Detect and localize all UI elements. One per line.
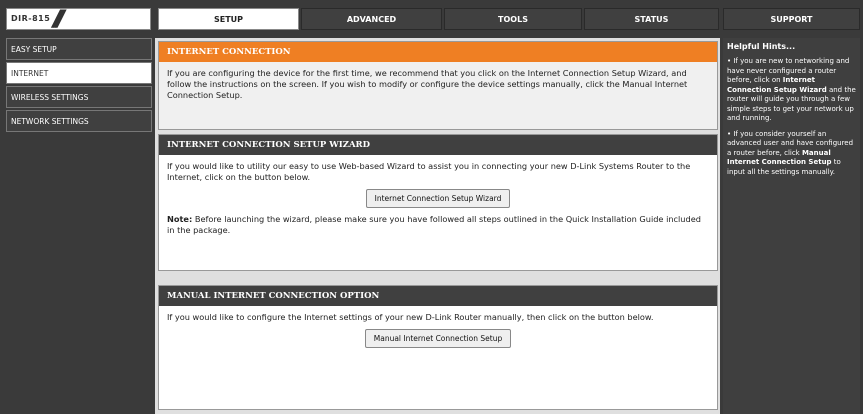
note-label: Note:: [167, 214, 193, 224]
intro-text: If you are configuring the device for th…: [167, 68, 688, 100]
tab-support[interactable]: SUPPORT: [723, 8, 860, 30]
note-text: Before launching the wizard, please make…: [167, 214, 701, 235]
sidebar-item-network-settings[interactable]: NETWORK SETTINGS: [6, 110, 152, 132]
hints-title: Helpful Hints...: [727, 42, 796, 51]
wizard-text: If you would like to utility our easy to…: [167, 161, 691, 182]
setup-wizard-button[interactable]: Internet Connection Setup Wizard: [365, 189, 511, 208]
hint-text: • If you consider yourself an advanced u…: [727, 129, 854, 157]
manual-text: If you would like to configure the Inter…: [167, 312, 654, 322]
section-description: If you are configuring the device for th…: [159, 62, 717, 129]
section-title: MANUAL INTERNET CONNECTION OPTION: [159, 286, 717, 306]
wizard-note: Note: Before launching the wizard, pleas…: [167, 214, 709, 236]
section-title: INTERNET CONNECTION SETUP WIZARD: [159, 135, 717, 155]
manual-setup-button[interactable]: Manual Internet Connection Setup: [364, 329, 512, 348]
section-title: INTERNET CONNECTION: [159, 42, 717, 62]
main-content: INTERNET CONNECTION If you are configuri…: [155, 38, 720, 414]
tab-setup[interactable]: SETUP: [158, 8, 299, 30]
tab-tools[interactable]: TOOLS: [444, 8, 582, 30]
section-body: If you would like to configure the Inter…: [159, 306, 717, 360]
sidebar-item-internet[interactable]: INTERNET: [6, 62, 152, 84]
manual-connection-section: MANUAL INTERNET CONNECTION OPTION If you…: [158, 285, 718, 410]
top-navigation: DIR-815 /// SETUP ADVANCED TOOLS STATUS …: [0, 0, 863, 38]
model-logo: DIR-815 ///: [6, 7, 151, 32]
hint-item: • If you are new to networking and have …: [723, 51, 860, 124]
sidebar-item-wireless-settings[interactable]: WIRELESS SETTINGS: [6, 86, 152, 108]
sidebar-item-easy-setup[interactable]: EASY SETUP: [6, 38, 152, 60]
button-row: Manual Internet Connection Setup: [167, 329, 709, 348]
tab-status[interactable]: STATUS: [584, 8, 719, 30]
model-name: DIR-815: [11, 14, 51, 23]
section-body: If you would like to utility our easy to…: [159, 155, 717, 246]
left-sidebar: EASY SETUP INTERNET WIRELESS SETTINGS NE…: [6, 38, 152, 414]
helpful-hints-panel: Helpful Hints... • If you are new to net…: [723, 38, 860, 414]
internet-connection-section: INTERNET CONNECTION If you are configuri…: [158, 41, 718, 130]
hint-item: • If you consider yourself an advanced u…: [723, 124, 860, 178]
tab-advanced[interactable]: ADVANCED: [301, 8, 442, 30]
logo-slashes: ///: [53, 7, 65, 32]
button-row: Internet Connection Setup Wizard: [167, 189, 709, 208]
setup-wizard-section: INTERNET CONNECTION SETUP WIZARD If you …: [158, 134, 718, 271]
